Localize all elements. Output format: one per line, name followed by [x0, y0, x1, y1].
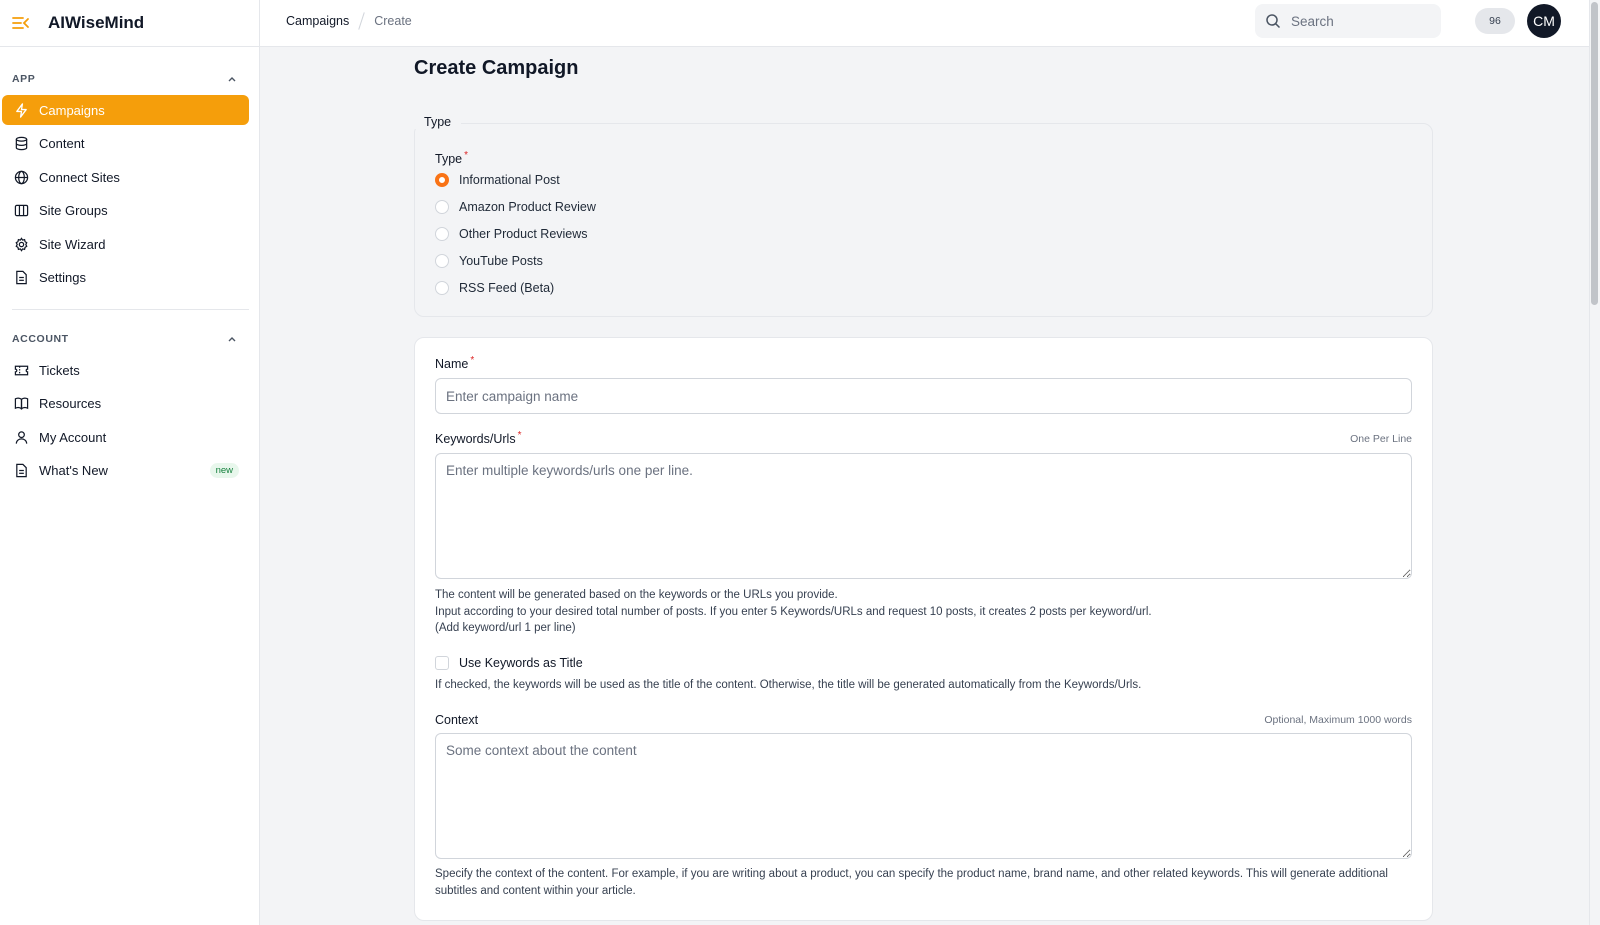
keywords-help: The content will be generated based on t…	[435, 587, 1415, 637]
radio-label: YouTube Posts	[459, 254, 543, 268]
context-hint: Optional, Maximum 1000 words	[1264, 714, 1412, 726]
gear-icon	[13, 236, 29, 252]
type-label-text: Type	[435, 152, 463, 166]
sidebar-item-whats-new[interactable]: What's New new	[2, 456, 249, 486]
sidebar-item-label: Settings	[39, 270, 86, 285]
user-icon	[13, 429, 29, 445]
search-input[interactable]	[1291, 13, 1431, 29]
sidebar-item-label: Campaigns	[39, 102, 105, 118]
sidebar-item-site-groups[interactable]: Site Groups	[2, 196, 249, 226]
sidebar-item-content[interactable]: Content	[2, 129, 249, 159]
collapse-menu-icon[interactable]	[12, 13, 32, 33]
radio-other-product-reviews[interactable]: Other Product Reviews	[435, 227, 588, 241]
context-textarea[interactable]	[435, 733, 1412, 859]
chevron-up-icon	[228, 337, 236, 342]
radio-label: Informational Post	[459, 173, 560, 187]
keywords-help-line: Input according to your desired total nu…	[435, 605, 1152, 618]
campaign-name-input[interactable]	[435, 378, 1412, 414]
type-fieldset	[414, 123, 1433, 317]
radio-button[interactable]	[435, 227, 449, 241]
account-nav: Tickets Resources My Account What's New …	[0, 355, 259, 486]
keywords-help-line: (Add keyword/url 1 per line)	[435, 622, 576, 634]
sidebar-item-campaigns[interactable]: Campaigns	[2, 95, 249, 125]
ticket-icon	[13, 362, 29, 378]
globe-icon	[13, 169, 29, 185]
chevron-up-icon	[228, 77, 236, 82]
type-legend: Type	[414, 115, 462, 129]
database-icon	[13, 136, 29, 152]
sidebar-item-label: Content	[39, 136, 85, 151]
app-name: AIWiseMind	[48, 13, 145, 32]
bolt-icon	[13, 102, 29, 118]
required-marker: *	[470, 355, 475, 366]
book-icon	[13, 396, 29, 412]
sidebar-item-tickets[interactable]: Tickets	[2, 355, 249, 385]
sidebar-item-connect-sites[interactable]: Connect Sites	[2, 162, 249, 192]
context-label: Context	[435, 713, 479, 727]
radio-label: Amazon Product Review	[459, 200, 596, 214]
sidebar-item-resources[interactable]: Resources	[2, 389, 249, 419]
new-badge: new	[209, 463, 239, 478]
topbar: Campaigns Create 96 CM	[260, 0, 1589, 47]
keywords-textarea[interactable]	[435, 453, 1412, 579]
type-label: Type *	[435, 150, 469, 166]
radio-rss-feed[interactable]: RSS Feed (Beta)	[435, 281, 554, 295]
radio-youtube-posts[interactable]: YouTube Posts	[435, 254, 543, 268]
use-keywords-label[interactable]: Use Keywords as Title	[459, 656, 583, 670]
section-app-label: APP	[12, 73, 36, 85]
search-box[interactable]	[1255, 4, 1441, 38]
keywords-label: Keywords/Urls *	[435, 430, 522, 446]
sidebar-item-label: Site Groups	[39, 203, 108, 218]
section-account-label: ACCOUNT	[12, 333, 69, 345]
radio-label: RSS Feed (Beta)	[459, 281, 555, 295]
use-keywords-help: If checked, the keywords will be used as…	[435, 679, 1142, 691]
use-keywords-checkbox[interactable]	[435, 656, 449, 670]
search-icon	[1266, 14, 1281, 29]
section-app[interactable]: APP	[0, 69, 259, 89]
sidebar-item-my-account[interactable]: My Account	[2, 422, 249, 452]
radio-label: Other Product Reviews	[459, 227, 588, 241]
page-title: Create Campaign	[414, 57, 579, 79]
radio-button[interactable]	[435, 254, 449, 268]
app-nav: Campaigns Content Connect Sites Site Gro…	[0, 95, 259, 293]
radio-amazon-product-review[interactable]: Amazon Product Review	[435, 200, 596, 214]
sidebar: AIWiseMind APP Campaigns Content Connect…	[0, 0, 260, 925]
sidebar-item-label: Tickets	[39, 362, 80, 378]
keywords-hint: One Per Line	[1350, 433, 1412, 445]
required-marker: *	[517, 430, 522, 441]
section-account[interactable]: ACCOUNT	[0, 329, 259, 349]
document-icon	[13, 463, 29, 479]
radio-button[interactable]	[435, 200, 449, 214]
name-label-text: Name	[435, 357, 469, 371]
brand: AIWiseMind	[0, 0, 259, 47]
sidebar-item-settings[interactable]: Settings	[2, 263, 249, 293]
scrollbar-thumb[interactable]	[1591, 2, 1598, 305]
sidebar-item-label: What's New	[39, 463, 108, 478]
keywords-help-line: The content will be generated based on t…	[435, 589, 838, 601]
radio-informational-post[interactable]: Informational Post	[435, 173, 560, 187]
keywords-label-text: Keywords/Urls	[435, 432, 516, 446]
sidebar-item-label: Site Wizard	[39, 236, 106, 252]
radio-button[interactable]	[435, 281, 449, 295]
breadcrumb: Campaigns Create	[286, 0, 412, 42]
sidebar-item-label: Resources	[39, 396, 102, 411]
breadcrumb-campaigns[interactable]: Campaigns	[286, 14, 349, 28]
context-help: Specify the context of the content. For …	[435, 868, 1388, 897]
name-label: Name *	[435, 355, 475, 371]
sidebar-item-site-wizard[interactable]: Site Wizard	[2, 229, 249, 259]
radio-button[interactable]	[435, 173, 449, 187]
sidebar-item-label: Connect Sites	[39, 169, 120, 185]
required-marker: *	[464, 150, 469, 161]
breadcrumb-separator	[358, 12, 365, 30]
document-icon	[13, 270, 29, 286]
columns-icon	[13, 203, 29, 219]
avatar[interactable]: CM	[1527, 4, 1561, 38]
breadcrumb-create: Create	[374, 14, 412, 28]
sidebar-item-label: My Account	[39, 429, 107, 445]
credits-badge[interactable]: 96	[1475, 8, 1515, 34]
